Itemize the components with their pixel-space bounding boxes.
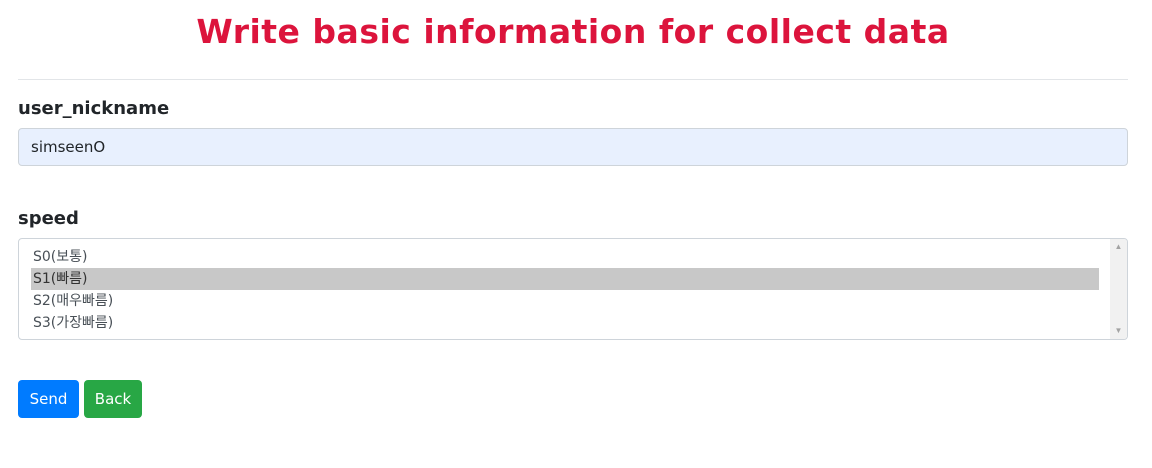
title-divider — [18, 79, 1128, 80]
speed-listbox[interactable]: S0(보통) S1(빠름) S2(매우빠름) S3(가장빠름) ▲ ▼ — [18, 238, 1128, 340]
listbox-scrollbar[interactable]: ▲ ▼ — [1110, 239, 1127, 339]
speed-option-s2[interactable]: S2(매우빠름) — [31, 290, 1099, 312]
back-button[interactable]: Back — [84, 380, 142, 418]
speed-option-s1[interactable]: S1(빠름) — [31, 268, 1099, 290]
scroll-down-arrow-icon[interactable]: ▼ — [1110, 323, 1127, 339]
speed-options: S0(보통) S1(빠름) S2(매우빠름) S3(가장빠름) — [31, 246, 1099, 334]
speed-option-s0[interactable]: S0(보통) — [31, 246, 1099, 268]
send-button[interactable]: Send — [18, 380, 79, 418]
nickname-label: user_nickname — [18, 98, 170, 119]
form-page: Write basic information for collect data… — [0, 0, 1152, 468]
scroll-up-arrow-icon[interactable]: ▲ — [1110, 239, 1127, 255]
speed-option-s3[interactable]: S3(가장빠름) — [31, 312, 1099, 334]
page-title: Write basic information for collect data — [196, 12, 950, 51]
nickname-input[interactable] — [18, 128, 1128, 166]
speed-label: speed — [18, 208, 79, 229]
